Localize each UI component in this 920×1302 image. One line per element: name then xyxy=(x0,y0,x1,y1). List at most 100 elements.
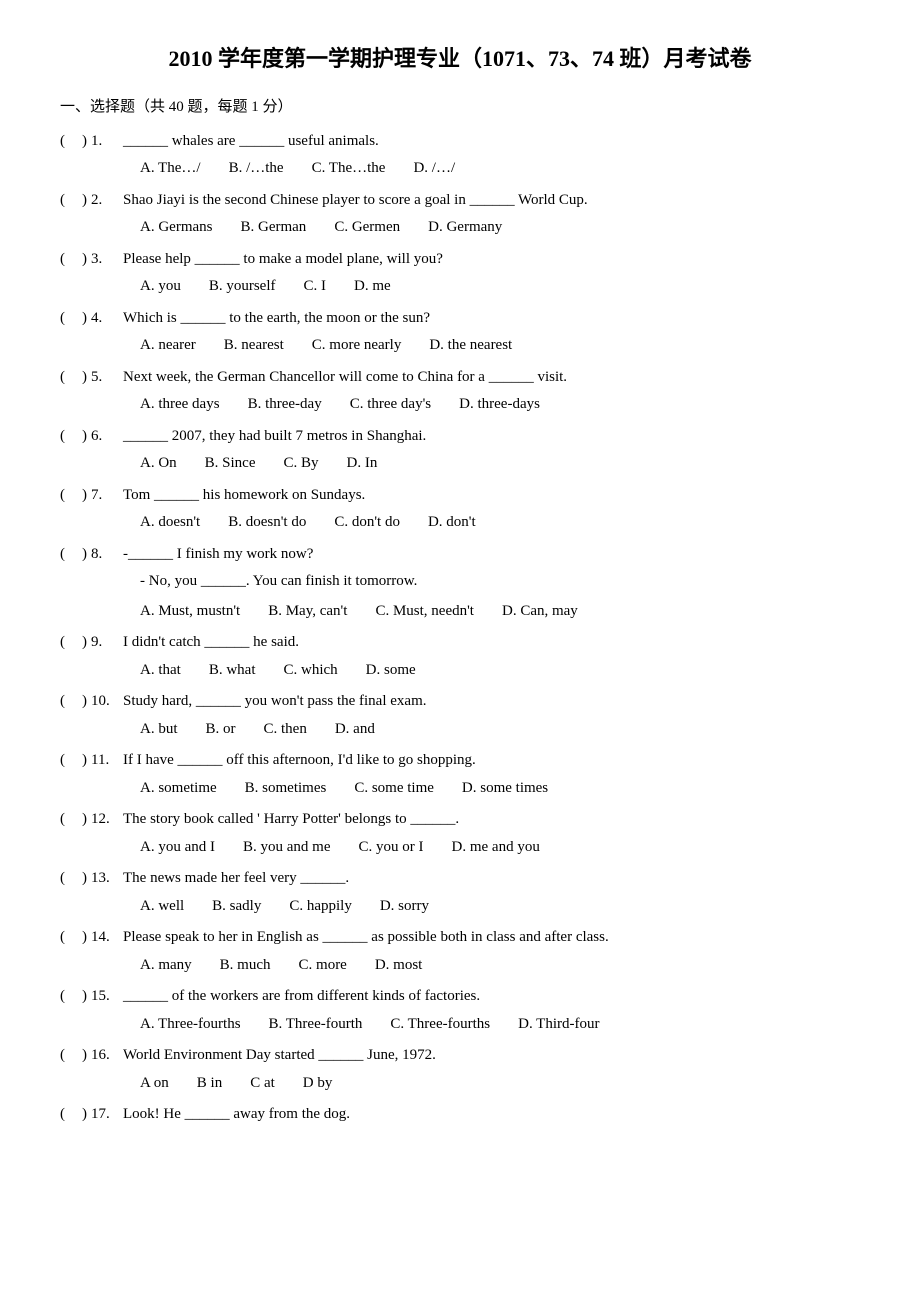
paren-right: ) xyxy=(82,630,87,656)
option-item: D. Germany xyxy=(428,215,502,241)
paren-right: ) xyxy=(82,984,87,1010)
option-item: B. doesn't do xyxy=(228,510,306,536)
question-line: ()7.Tom ______ his homework on Sundays. xyxy=(60,483,860,509)
options-line: A. sometimeB. sometimesC. some timeD. so… xyxy=(60,776,860,802)
paren-right: ) xyxy=(82,365,87,391)
question-text: -______ I finish my work now? xyxy=(123,542,860,568)
question-text: ______ of the workers are from different… xyxy=(123,984,860,1010)
option-item: A. On xyxy=(140,451,177,477)
question-line: ()2.Shao Jiayi is the second Chinese pla… xyxy=(60,188,860,214)
paren-left: ( xyxy=(60,129,82,155)
paren-left: ( xyxy=(60,188,82,214)
question-block: ()15.______ of the workers are from diff… xyxy=(60,984,860,1037)
paren-right: ) xyxy=(82,1043,87,1069)
question-line: ()6.______ 2007, they had built 7 metros… xyxy=(60,424,860,450)
option-item: B. sometimes xyxy=(245,776,327,802)
option-item: C. Must, needn't xyxy=(375,599,474,625)
paren-right: ) xyxy=(82,689,87,715)
option-item: B. sadly xyxy=(212,894,261,920)
option-item: D. the nearest xyxy=(429,333,512,359)
options-line: A. thatB. whatC. whichD. some xyxy=(60,658,860,684)
options-line: A. OnB. SinceC. ByD. In xyxy=(60,451,860,477)
options-line: A. three daysB. three-dayC. three day'sD… xyxy=(60,392,860,418)
question-number: 5. xyxy=(91,365,123,391)
question-block: ()9.I didn't catch ______ he said.A. tha… xyxy=(60,630,860,683)
question-line: ()9.I didn't catch ______ he said. xyxy=(60,630,860,656)
question-number: 14. xyxy=(91,925,123,951)
question-block: ()13.The news made her feel very ______.… xyxy=(60,866,860,919)
question-subtext: - No, you ______. You can finish it tomo… xyxy=(60,569,860,595)
paren-left: ( xyxy=(60,424,82,450)
option-item: D. don't xyxy=(428,510,476,536)
question-number: 1. xyxy=(91,129,123,155)
option-item: A. you and I xyxy=(140,835,215,861)
option-item: C at xyxy=(250,1071,275,1097)
question-number: 7. xyxy=(91,483,123,509)
question-line: ()12.The story book called ' Harry Potte… xyxy=(60,807,860,833)
question-block: ()14.Please speak to her in English as _… xyxy=(60,925,860,978)
option-item: A on xyxy=(140,1071,169,1097)
question-text: Look! He ______ away from the dog. xyxy=(123,1102,860,1128)
option-item: C. some time xyxy=(354,776,434,802)
question-block: ()16.World Environment Day started _____… xyxy=(60,1043,860,1096)
option-item: B. May, can't xyxy=(268,599,347,625)
paren-left: ( xyxy=(60,365,82,391)
option-item: C. Three-fourths xyxy=(390,1012,490,1038)
question-text: The story book called ' Harry Potter' be… xyxy=(123,807,860,833)
option-item: A. but xyxy=(140,717,178,743)
option-item: C. then xyxy=(264,717,307,743)
question-block: ()8.-______ I finish my work now?- No, y… xyxy=(60,542,860,625)
question-text: Next week, the German Chancellor will co… xyxy=(123,365,860,391)
section-header: 一、选择题（共 40 题，每题 1 分） xyxy=(60,95,860,121)
question-line: ()16.World Environment Day started _____… xyxy=(60,1043,860,1069)
option-item: C. The…the xyxy=(312,156,386,182)
question-line: ()8.-______ I finish my work now? xyxy=(60,542,860,568)
option-item: D. me and you xyxy=(452,835,540,861)
options-line: A. The…/B. /…theC. The…theD. /…/ xyxy=(60,156,860,182)
question-line: ()10.Study hard, ______ you won't pass t… xyxy=(60,689,860,715)
option-item: D. /…/ xyxy=(413,156,455,182)
question-text: ______ whales are ______ useful animals. xyxy=(123,129,860,155)
paren-right: ) xyxy=(82,306,87,332)
question-block: ()2.Shao Jiayi is the second Chinese pla… xyxy=(60,188,860,241)
paren-left: ( xyxy=(60,807,82,833)
paren-left: ( xyxy=(60,866,82,892)
option-item: A. doesn't xyxy=(140,510,200,536)
option-item: D. Third-four xyxy=(518,1012,599,1038)
option-item: C. happily xyxy=(289,894,352,920)
question-block: ()17.Look! He ______ away from the dog. xyxy=(60,1102,860,1128)
question-text: World Environment Day started ______ Jun… xyxy=(123,1043,860,1069)
question-number: 17. xyxy=(91,1102,123,1128)
option-item: A. that xyxy=(140,658,181,684)
question-line: ()3.Please help ______ to make a model p… xyxy=(60,247,860,273)
option-item: D. some times xyxy=(462,776,548,802)
options-line: A onB inC atD by xyxy=(60,1071,860,1097)
options-line: A. Must, mustn'tB. May, can'tC. Must, ne… xyxy=(60,599,860,625)
question-number: 10. xyxy=(91,689,123,715)
question-line: ()11.If I have ______ off this afternoon… xyxy=(60,748,860,774)
option-item: C. you or I xyxy=(359,835,424,861)
option-item: B. three-day xyxy=(248,392,322,418)
option-item: B. Since xyxy=(205,451,256,477)
paren-right: ) xyxy=(82,129,87,155)
page-title: 2010 学年度第一学期护理专业（1071、73、74 班）月考试卷 xyxy=(60,40,860,77)
question-block: ()4.Which is ______ to the earth, the mo… xyxy=(60,306,860,359)
option-item: C. don't do xyxy=(334,510,400,536)
paren-left: ( xyxy=(60,630,82,656)
option-item: A. The…/ xyxy=(140,156,201,182)
option-item: B. much xyxy=(220,953,271,979)
paren-left: ( xyxy=(60,1043,82,1069)
paren-left: ( xyxy=(60,689,82,715)
question-text: Study hard, ______ you won't pass the fi… xyxy=(123,689,860,715)
options-line: A. wellB. sadlyC. happilyD. sorry xyxy=(60,894,860,920)
paren-left: ( xyxy=(60,542,82,568)
option-item: A. three days xyxy=(140,392,220,418)
option-item: B. Three-fourth xyxy=(269,1012,363,1038)
option-item: C. three day's xyxy=(350,392,431,418)
question-number: 8. xyxy=(91,542,123,568)
options-line: A. manyB. muchC. moreD. most xyxy=(60,953,860,979)
question-text: The news made her feel very ______. xyxy=(123,866,860,892)
paren-right: ) xyxy=(82,807,87,833)
question-text: Please speak to her in English as ______… xyxy=(123,925,860,951)
question-text: Tom ______ his homework on Sundays. xyxy=(123,483,860,509)
